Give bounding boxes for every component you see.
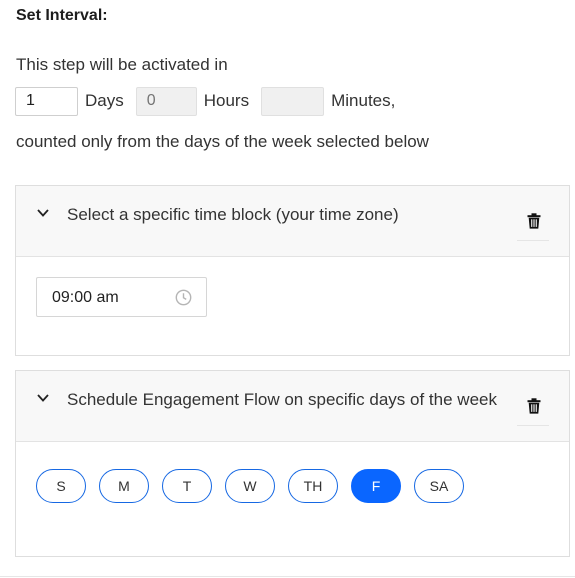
day-button-thursday[interactable]: TH [288, 469, 338, 503]
trash-icon[interactable] [527, 398, 541, 414]
time-block-panel: Select a specific time block (your time … [15, 185, 570, 356]
trash-icon[interactable] [527, 213, 541, 229]
time-block-header[interactable]: Select a specific time block (your time … [16, 186, 569, 257]
set-interval-title: Set Interval: [16, 7, 108, 24]
header-divider [517, 240, 549, 241]
day-button-monday[interactable]: M [99, 469, 149, 503]
clock-icon[interactable] [175, 289, 192, 306]
time-value: 09:00 am [52, 289, 119, 306]
day-button-tuesday[interactable]: T [162, 469, 212, 503]
bottom-divider [0, 576, 575, 577]
schedule-days-header[interactable]: Schedule Engagement Flow on specific day… [16, 371, 569, 442]
schedule-days-panel: Schedule Engagement Flow on specific day… [15, 370, 570, 557]
header-divider [517, 425, 549, 426]
minutes-input[interactable] [261, 86, 325, 116]
interval-note-text: counted only from the days of the week s… [16, 132, 429, 151]
interval-inputs-row: Days Hours Minutes, [15, 86, 407, 116]
day-button-friday[interactable]: F [351, 469, 401, 503]
hours-input[interactable] [135, 86, 197, 116]
days-input[interactable] [15, 86, 78, 116]
chevron-down-icon[interactable] [36, 391, 50, 405]
minutes-label: Minutes, [331, 91, 396, 110]
day-button-saturday[interactable]: SA [414, 469, 464, 503]
day-button-sunday[interactable]: S [36, 469, 86, 503]
chevron-down-icon[interactable] [36, 206, 50, 220]
schedule-days-label: Schedule Engagement Flow on specific day… [67, 390, 497, 409]
hours-label: Hours [203, 91, 250, 110]
day-button-wednesday[interactable]: W [225, 469, 275, 503]
day-selector: S M T W TH F SA [36, 469, 477, 503]
days-label: Days [85, 91, 124, 110]
time-block-label: Select a specific time block (your time … [67, 205, 399, 224]
interval-intro-text: This step will be activated in [16, 55, 228, 74]
time-picker-field[interactable]: 09:00 am [36, 277, 207, 317]
